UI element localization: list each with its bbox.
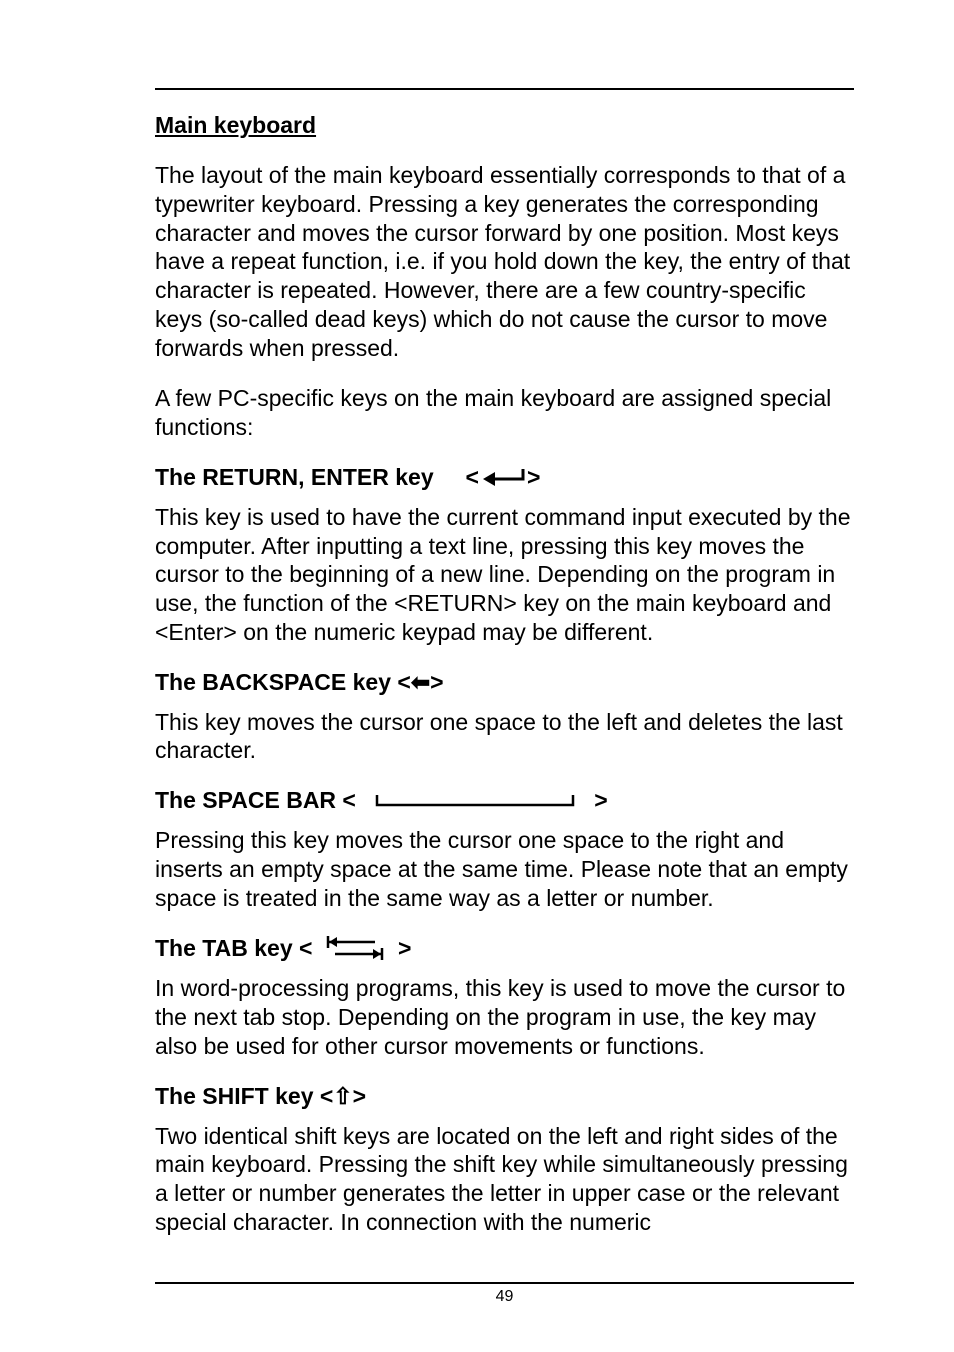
section-title: Main keyboard: [155, 112, 854, 139]
spacebar-heading-suffix: >: [575, 787, 608, 814]
spacebar-key-body: Pressing this key moves the cursor one s…: [155, 826, 854, 912]
tab-key-heading: The TAB key < >: [155, 934, 854, 962]
return-heading-suffix: >: [527, 464, 540, 491]
page-number: 49: [155, 1288, 854, 1306]
shift-key-body: Two identical shift keys are located on …: [155, 1122, 854, 1237]
return-key-body: This key is used to have the current com…: [155, 503, 854, 647]
tab-heading-prefix: The TAB key <: [155, 935, 325, 962]
tab-key-body: In word-processing programs, this key is…: [155, 974, 854, 1060]
return-key-icon: [479, 467, 527, 487]
top-horizontal-rule: [155, 88, 854, 90]
return-key-heading: The RETURN, ENTER key < >: [155, 464, 854, 491]
shift-heading-text: The SHIFT key <⇧>: [155, 1083, 366, 1110]
spacebar-key-heading: The SPACE BAR < >: [155, 787, 854, 814]
page-footer: 49: [155, 1282, 854, 1306]
backspace-heading-text: The BACKSPACE key <⬅>: [155, 669, 444, 696]
shift-key-heading: The SHIFT key <⇧>: [155, 1083, 854, 1110]
backspace-key-body: This key moves the cursor one space to t…: [155, 708, 854, 766]
tab-key-icon: [325, 934, 385, 962]
tab-heading-suffix: >: [385, 935, 411, 962]
backspace-key-heading: The BACKSPACE key <⬅>: [155, 669, 854, 696]
return-heading-prefix: The RETURN, ENTER key <: [155, 464, 479, 491]
bottom-horizontal-rule: [155, 1282, 854, 1284]
intro-paragraph-1: The layout of the main keyboard essentia…: [155, 161, 854, 362]
page-content: Main keyboard The layout of the main key…: [0, 0, 954, 1299]
spacebar-heading-prefix: The SPACE BAR <: [155, 787, 375, 814]
intro-paragraph-2: A few PC-specific keys on the main keybo…: [155, 384, 854, 442]
spacebar-icon: [375, 793, 575, 809]
